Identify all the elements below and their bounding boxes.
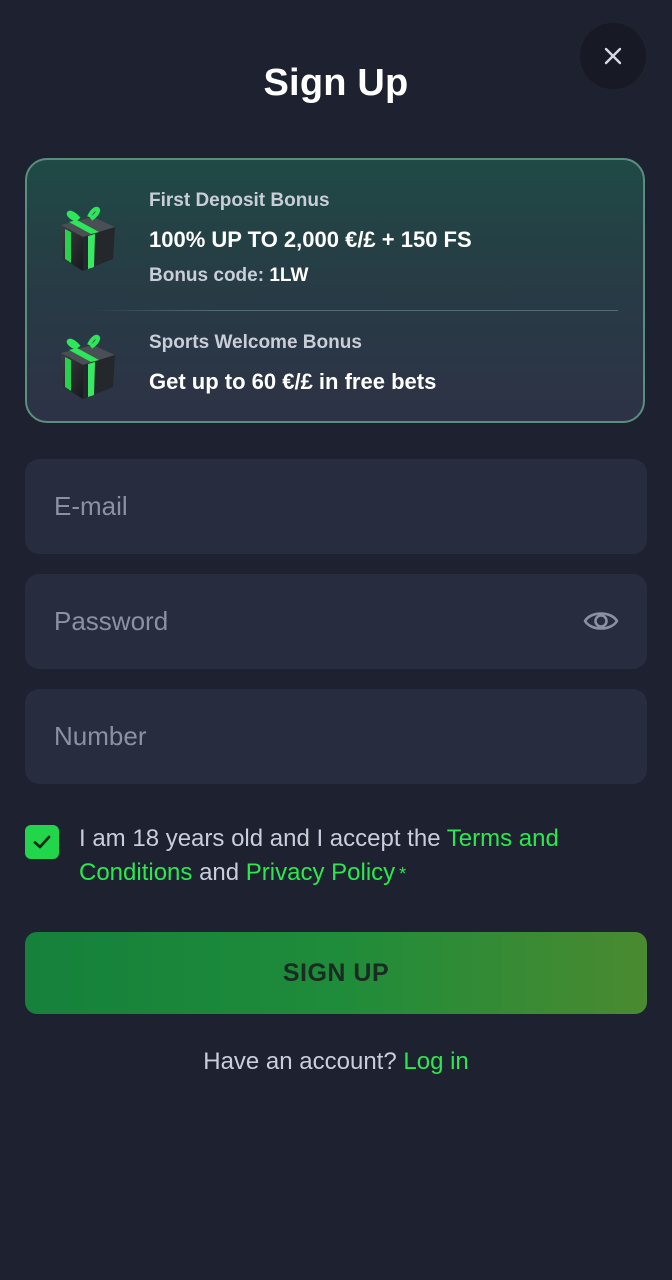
gift-icon xyxy=(61,334,115,399)
bonus-code-value: 1LW xyxy=(269,265,309,286)
signup-button[interactable]: SIGN UP xyxy=(25,932,647,1014)
consent-middle: and xyxy=(199,859,240,886)
consent-checkbox[interactable] xyxy=(25,825,59,859)
required-mark: * xyxy=(399,864,407,884)
password-input[interactable] xyxy=(52,574,567,669)
bonus-headline: 100% UP TO 2,000 €/£ + 150 FS xyxy=(149,227,472,252)
bonus-first-deposit: First Deposit Bonus 100% UP TO 2,000 €/£… xyxy=(27,160,643,310)
page-title: Sign Up xyxy=(263,62,409,104)
bonus-card: First Deposit Bonus 100% UP TO 2,000 €/£… xyxy=(25,158,645,423)
consent-text: I am 18 years old and I accept the Terms… xyxy=(79,822,579,891)
gift-icon xyxy=(61,206,115,271)
bonus-kicker: First Deposit Bonus xyxy=(149,190,330,211)
consent-prefix: I am 18 years old and I accept the xyxy=(79,825,441,852)
checkmark-icon xyxy=(33,835,51,849)
number-field[interactable] xyxy=(25,689,647,784)
privacy-link[interactable]: Privacy Policy xyxy=(246,859,395,886)
bonus-code-label: Bonus code: xyxy=(149,265,265,286)
login-link[interactable]: Log in xyxy=(403,1048,468,1075)
login-prompt: Have an account? xyxy=(203,1048,397,1075)
bonus-headline: Get up to 60 €/£ in free bets xyxy=(149,369,437,394)
password-field[interactable] xyxy=(25,574,647,669)
email-input[interactable] xyxy=(52,459,567,554)
bonus-code: Bonus code: 1LW xyxy=(149,264,623,288)
number-input[interactable] xyxy=(52,689,567,784)
login-prompt-line: Have an account? Log in xyxy=(0,1048,672,1076)
bonus-kicker: Sports Welcome Bonus xyxy=(149,332,362,353)
bonus-sports-welcome: Sports Welcome Bonus Get up to 60 €/£ in… xyxy=(27,311,643,421)
email-field[interactable] xyxy=(25,459,647,554)
eye-icon[interactable] xyxy=(583,603,619,639)
